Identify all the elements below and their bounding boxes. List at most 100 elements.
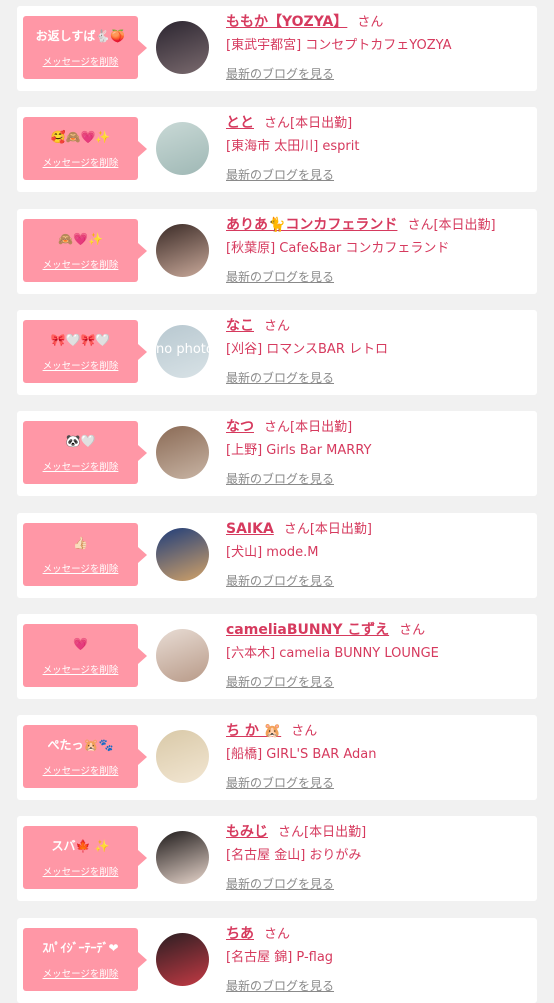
delete-message-link[interactable]: メッセージを削除 [43, 662, 119, 676]
message-card: スバ🍁 ✨ メッセージを削除 もみじ さん[本日出勤] [名古屋 金山] おりがみ 最新の… [17, 816, 537, 901]
message-text: 🐼🤍 [65, 433, 96, 448]
avatar[interactable] [156, 730, 209, 783]
message-bubble: スバ🍁 ✨ メッセージを削除 [23, 826, 147, 889]
shop-label: [秋葉原] Cafe&Bar コンカフェランド [226, 241, 450, 256]
shop-label: [上野] Girls Bar MARRY [226, 443, 372, 458]
attendance-status: [本日出勤] [304, 825, 367, 840]
latest-blog-link[interactable]: 最新のブログを見る [226, 470, 334, 487]
latest-blog-link[interactable]: 最新のブログを見る [226, 774, 334, 791]
avatar[interactable] [156, 933, 209, 986]
cast-info: ち か 🐹 さん [船橋] GIRL'S BAR Adan 最新のブログを見る [226, 720, 531, 791]
cast-name-link[interactable]: なつ [226, 419, 254, 435]
cast-info: なつ さん[本日出勤] [上野] Girls Bar MARRY 最新のブログを見る [226, 416, 531, 487]
delete-message-link[interactable]: メッセージを削除 [43, 459, 119, 473]
message-card: 🎀🤍🎀🤍 メッセージを削除 no photo なこ さん [刈谷] ロマンスBAR レトロ… [17, 310, 537, 395]
name-line: とと さん[本日出勤] [226, 112, 531, 132]
message-bubble: 🎀🤍🎀🤍 メッセージを削除 [23, 320, 147, 383]
message-text: ぺたっ🐹🐾 [47, 737, 114, 752]
message-text: ｽﾊﾟｲｼﾞｰﾃｰﾃﾞ❤ [42, 940, 119, 955]
name-line: なこ さん [226, 315, 531, 335]
name-line: もみじ さん[本日出勤] [226, 821, 531, 841]
message-card: 👍🏻 メッセージを削除 SAIKA さん[本日出勤] [犬山] mode.M 最新のブログ… [17, 513, 537, 598]
cast-info: ありあ🐈コンカフェランド さん[本日出勤] [秋葉原] Cafe&Bar コンカフェ… [226, 214, 531, 285]
cast-name-link[interactable]: SAIKA [226, 521, 274, 537]
message-bubble: 💗 メッセージを削除 [23, 624, 147, 687]
avatar[interactable] [156, 629, 209, 682]
honorific-label: さん [407, 218, 434, 233]
message-bubble: 🥰🙈💗✨ メッセージを削除 [23, 117, 147, 180]
honorific-label: さん [278, 825, 305, 840]
delete-message-link[interactable]: メッセージを削除 [43, 155, 119, 169]
delete-message-link[interactable]: メッセージを削除 [43, 257, 119, 271]
latest-blog-link[interactable]: 最新のブログを見る [226, 673, 334, 690]
avatar[interactable] [156, 21, 209, 74]
cast-name-link[interactable]: なこ [226, 318, 254, 334]
no-photo-label: no photo [156, 342, 209, 357]
cast-info: cameliaBUNNY こずえ さん [六本木] camelia BUNNY LO… [226, 619, 531, 690]
message-text: 💗 [73, 636, 88, 651]
message-list: お返しすば🐇🍑 メッセージを削除 ももか【YOZYA】 さん [東武宇都宮] コンセプト… [0, 0, 554, 1003]
attendance-status: [本日出勤] [290, 420, 353, 435]
latest-blog-link[interactable]: 最新のブログを見る [226, 875, 334, 892]
message-text: 🙈💗✨ [58, 231, 103, 246]
honorific-label: さん [264, 116, 291, 131]
cast-name-link[interactable]: ありあ🐈コンカフェランド [226, 217, 397, 233]
avatar[interactable] [156, 528, 209, 581]
message-text: 🥰🙈💗✨ [50, 129, 111, 144]
message-text: お返しすば🐇🍑 [35, 28, 126, 43]
attendance-status: [本日出勤] [290, 116, 353, 131]
delete-message-link[interactable]: メッセージを削除 [43, 358, 119, 372]
avatar[interactable] [156, 224, 209, 277]
cast-name-link[interactable]: cameliaBUNNY こずえ [226, 622, 389, 638]
latest-blog-link[interactable]: 最新のブログを見る [226, 65, 334, 82]
message-text: スバ🍁 ✨ [51, 838, 110, 853]
name-line: cameliaBUNNY こずえ さん [226, 619, 531, 639]
message-text: 🎀🤍🎀🤍 [50, 332, 111, 347]
shop-label: [船橋] GIRL'S BAR Adan [226, 747, 377, 762]
name-line: ももか【YOZYA】 さん [226, 11, 531, 31]
latest-blog-link[interactable]: 最新のブログを見る [226, 166, 334, 183]
delete-message-link[interactable]: メッセージを削除 [43, 54, 119, 68]
shop-label: [名古屋 錦] P-flag [226, 950, 334, 965]
name-line: ありあ🐈コンカフェランド さん[本日出勤] [226, 214, 531, 234]
latest-blog-link[interactable]: 最新のブログを見る [226, 369, 334, 386]
latest-blog-link[interactable]: 最新のブログを見る [226, 977, 334, 994]
delete-message-link[interactable]: メッセージを削除 [43, 864, 119, 878]
avatar[interactable]: no photo [156, 325, 209, 378]
message-bubble: ｽﾊﾟｲｼﾞｰﾃｰﾃﾞ❤ メッセージを削除 [23, 928, 147, 991]
shop-label: [名古屋 金山] おりがみ [226, 848, 362, 863]
cast-name-link[interactable]: ちあ [226, 926, 254, 942]
message-card: ｽﾊﾟｲｼﾞｰﾃｰﾃﾞ❤ メッセージを削除 ちあ さん [名古屋 錦] P-flag 最新… [17, 918, 537, 1003]
avatar[interactable] [156, 426, 209, 479]
delete-message-link[interactable]: メッセージを削除 [43, 561, 119, 575]
name-line: SAIKA さん[本日出勤] [226, 518, 531, 538]
cast-info: もみじ さん[本日出勤] [名古屋 金山] おりがみ 最新のブログを見る [226, 821, 531, 892]
message-bubble: ぺたっ🐹🐾 メッセージを削除 [23, 725, 147, 788]
honorific-label: さん [264, 420, 291, 435]
delete-message-link[interactable]: メッセージを削除 [43, 966, 119, 980]
name-line: なつ さん[本日出勤] [226, 416, 531, 436]
cast-info: なこ さん [刈谷] ロマンスBAR レトロ 最新のブログを見る [226, 315, 531, 386]
message-bubble: 👍🏻 メッセージを削除 [23, 523, 147, 586]
message-card: お返しすば🐇🍑 メッセージを削除 ももか【YOZYA】 さん [東武宇都宮] コンセプト… [17, 6, 537, 91]
cast-info: とと さん[本日出勤] [東海市 太田川] esprit 最新のブログを見る [226, 112, 531, 183]
avatar[interactable] [156, 831, 209, 884]
message-bubble: 🐼🤍 メッセージを削除 [23, 421, 147, 484]
honorific-label: さん [264, 927, 291, 942]
honorific-label: さん [399, 623, 426, 638]
cast-name-link[interactable]: とと [226, 115, 254, 131]
honorific-label: さん [357, 15, 384, 30]
name-line: ち か 🐹 さん [226, 720, 531, 740]
cast-name-link[interactable]: ももか【YOZYA】 [226, 14, 347, 30]
cast-info: SAIKA さん[本日出勤] [犬山] mode.M 最新のブログを見る [226, 518, 531, 589]
cast-name-link[interactable]: ち か 🐹 [226, 723, 281, 739]
latest-blog-link[interactable]: 最新のブログを見る [226, 572, 334, 589]
cast-name-link[interactable]: もみじ [226, 824, 268, 840]
message-card: 🙈💗✨ メッセージを削除 ありあ🐈コンカフェランド さん[本日出勤] [秋葉原] Caf… [17, 209, 537, 294]
message-card: 💗 メッセージを削除 cameliaBUNNY こずえ さん [六本木] camelia… [17, 614, 537, 699]
delete-message-link[interactable]: メッセージを削除 [43, 763, 119, 777]
honorific-label: さん [264, 319, 291, 334]
latest-blog-link[interactable]: 最新のブログを見る [226, 268, 334, 285]
avatar[interactable] [156, 122, 209, 175]
message-card: 🥰🙈💗✨ メッセージを削除 とと さん[本日出勤] [東海市 太田川] esprit 最新… [17, 107, 537, 192]
